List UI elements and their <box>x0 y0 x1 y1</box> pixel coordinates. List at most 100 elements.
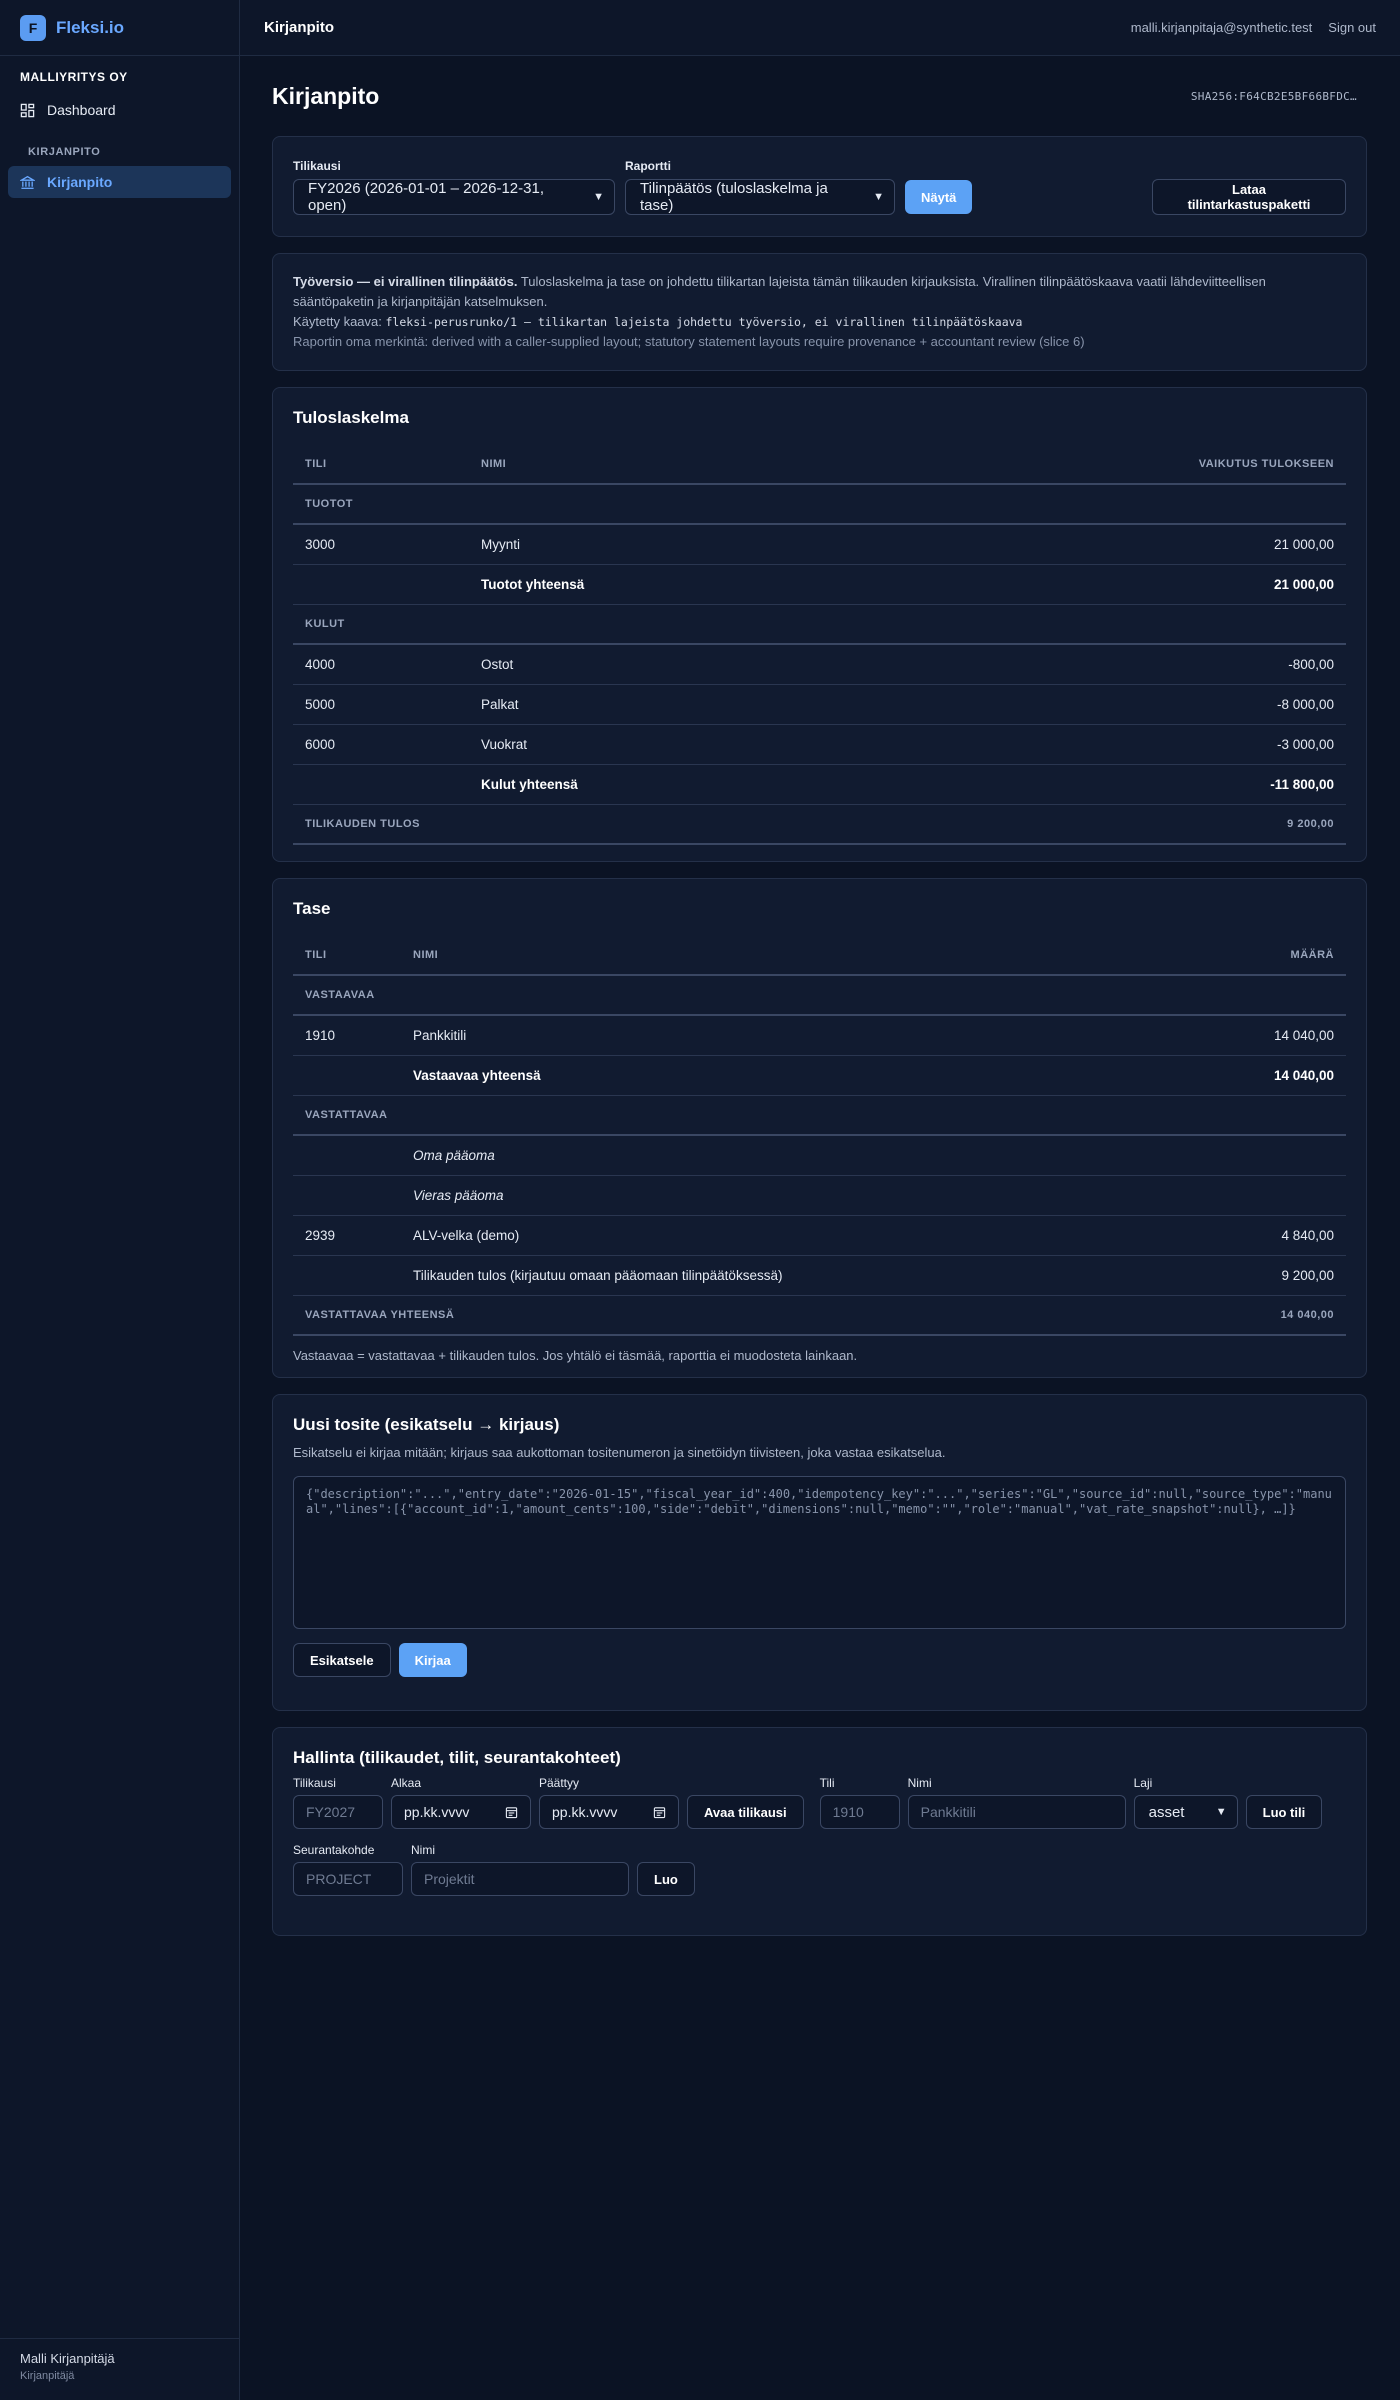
draft-notice: Työversio — ei virallinen tilinpäätös. T… <box>272 253 1367 371</box>
account-name: Palkat <box>469 684 859 725</box>
result-amount: 9 200,00 <box>858 804 1346 845</box>
new-voucher-title: Uusi tosite (esikatselu → kirjaus) <box>293 1415 560 1434</box>
account-name: Ostot <box>469 644 859 685</box>
show-button[interactable]: Näytä <box>905 180 973 214</box>
sidebar-item-label: Dashboard <box>47 102 116 118</box>
fiscal-year-input[interactable]: FY2027 <box>293 1795 383 1829</box>
dashboard-icon <box>20 103 35 117</box>
calendar-icon[interactable] <box>653 1806 666 1819</box>
sidebar-item-label: Kirjanpito <box>47 174 113 190</box>
dimension-name-field-label: Nimi <box>411 1843 435 1857</box>
table-row-total: Kulut yhteensä -11 800,00 <box>293 764 1346 805</box>
account-number: 2939 <box>293 1215 401 1256</box>
bank-icon <box>20 175 35 189</box>
notice-title: Työversio — ei virallinen tilinpäätös. <box>293 274 518 289</box>
topbar: Kirjanpito malli.kirjanpitaja@synthetic.… <box>240 0 1400 56</box>
section-liabilities: VASTATTAVAA <box>293 1095 1346 1136</box>
create-dimension-button[interactable]: Luo <box>637 1862 695 1896</box>
download-audit-package-button[interactable]: Lataa tilintarkastuspaketti <box>1152 179 1346 215</box>
col-account: TILI <box>293 935 401 976</box>
table-row-subheading: Oma pääoma <box>293 1135 1346 1176</box>
section-assets: VASTAAVAA <box>293 975 1346 1016</box>
account-name: Vuokrat <box>469 724 859 765</box>
col-name: NIMI <box>401 935 1180 976</box>
sidebar-section-label: KIRJANPITO <box>28 146 101 158</box>
total-amount: -11 800,00 <box>858 764 1346 805</box>
account-name-input[interactable]: Pankkitili <box>907 1795 1126 1829</box>
topbar-title: Kirjanpito <box>264 19 334 36</box>
account-number: 3000 <box>293 524 469 565</box>
balance-sheet: Tase TILI NIMI MÄÄRÄ VASTAAVAA 1910 Pank… <box>272 878 1367 1378</box>
preview-button[interactable]: Esikatsele <box>293 1643 391 1677</box>
income-table: TILI NIMI VAIKUTUS TULOKSEEN TUOTOT 3000… <box>293 444 1346 845</box>
org-name: MALLIYRITYS OY <box>20 70 128 84</box>
report-controls: Tilikausi FY2026 (2026-01-01 – 2026-12-3… <box>272 136 1367 237</box>
voucher-json-input[interactable]: {"description":"...","entry_date":"2026-… <box>293 1476 1346 1629</box>
account-name: ALV-velka (demo) <box>401 1215 1180 1256</box>
col-account: TILI <box>293 444 469 485</box>
end-date-value: pp.kk.vvvv <box>552 1804 618 1820</box>
dimension-name-input[interactable]: Projektit <box>411 1862 629 1896</box>
chevron-down-icon: ▼ <box>593 191 604 203</box>
table-row: 2939 ALV-velka (demo) 4 840,00 <box>293 1215 1346 1256</box>
report-own-note: Raportin oma merkintä: derived with a ca… <box>293 334 1085 349</box>
user-role: Kirjanpitäjä <box>20 2370 75 2382</box>
col-name: NIMI <box>469 444 859 485</box>
brand[interactable]: F Fleksi.io <box>0 0 239 56</box>
new-voucher-description: Esikatselu ei kirjaa mitään; kirjaus saa… <box>293 1445 946 1460</box>
amount: 21 000,00 <box>858 524 1346 565</box>
sidebar-item-dashboard[interactable]: Dashboard <box>8 94 231 126</box>
total-label: Kulut yhteensä <box>469 764 859 805</box>
calendar-icon[interactable] <box>505 1806 518 1819</box>
brand-logo: F <box>20 14 46 41</box>
account-name: Tilikauden tulos (kirjautuu omaan pääoma… <box>401 1255 1180 1296</box>
table-row: Tilikauden tulos (kirjautuu omaan pääoma… <box>293 1255 1346 1296</box>
chevron-down-icon: ▼ <box>873 191 884 203</box>
dimension-field-label: Seurantakohde <box>293 1843 375 1857</box>
equity-label: Oma pääoma <box>401 1135 1180 1176</box>
account-name: Myynti <box>469 524 859 565</box>
income-statement-title: Tuloslaskelma <box>293 408 409 427</box>
dimension-code-input[interactable]: PROJECT <box>293 1862 403 1896</box>
admin-panel: Hallinta (tilikaudet, tilit, seurantakoh… <box>272 1727 1367 1936</box>
account-number-input[interactable]: 1910 <box>819 1795 900 1829</box>
new-voucher: Uusi tosite (esikatselu → kirjaus) Esika… <box>272 1394 1367 1711</box>
total-label: Vastaavaa yhteensä <box>401 1055 1180 1096</box>
brand-name: Fleksi.io <box>56 17 125 37</box>
section-expenses: KULUT <box>293 604 1346 645</box>
debt-label: Vieras pääoma <box>401 1175 1180 1216</box>
account-number: 1910 <box>293 1015 401 1056</box>
fiscal-field-label: Tilikausi <box>293 1776 336 1790</box>
open-fiscal-year-button[interactable]: Avaa tilikausi <box>687 1795 804 1829</box>
col-amount: MÄÄRÄ <box>1179 935 1346 976</box>
liabilities-total-label: VASTATTAVAA YHTEENSÄ <box>293 1295 1180 1336</box>
start-date-input[interactable]: pp.kk.vvvv <box>391 1795 531 1829</box>
post-button[interactable]: Kirjaa <box>398 1643 467 1677</box>
sidebar-item-kirjanpito[interactable]: Kirjanpito <box>8 166 231 198</box>
account-number: 5000 <box>293 684 469 725</box>
table-row-result: TILIKAUDEN TULOS 9 200,00 <box>293 804 1346 845</box>
user-info: Malli Kirjanpitäjä Kirjanpitäjä <box>0 2338 239 2400</box>
report-label: Raportti <box>625 159 671 173</box>
formula-prefix: Käytetty kaava: <box>293 314 386 329</box>
account-name-field-label: Nimi <box>907 1776 932 1790</box>
table-row: 5000 Palkat -8 000,00 <box>293 684 1346 725</box>
fiscal-year-select[interactable]: FY2026 (2026-01-01 – 2026-12-31, open) ▼ <box>293 179 615 215</box>
report-value: Tilinpäätös (tuloslaskelma ja tase) <box>640 180 828 214</box>
table-row-total: Tuotot yhteensä 21 000,00 <box>293 564 1346 605</box>
total-label: Tuotot yhteensä <box>469 564 859 605</box>
create-account-button[interactable]: Luo tili <box>1245 1795 1323 1829</box>
user-email: malli.kirjanpitaja@synthetic.test <box>1130 20 1313 35</box>
main-content: Kirjanpito SHA256:F64CB2E5BF66BFDC… Tili… <box>272 56 1367 1952</box>
report-select[interactable]: Tilinpäätös (tuloslaskelma ja tase) ▼ <box>625 179 895 215</box>
page-title: Kirjanpito <box>272 82 380 109</box>
amount: 9 200,00 <box>1179 1255 1346 1296</box>
end-date-input[interactable]: pp.kk.vvvv <box>539 1795 679 1829</box>
fiscal-label: Tilikausi <box>293 159 341 173</box>
formula-name: fleksi-perusrunko/1 — tilikartan lajeist… <box>385 315 1023 329</box>
report-hash: SHA256:F64CB2E5BF66BFDC… <box>1190 89 1357 103</box>
signout-link[interactable]: Sign out <box>1328 20 1376 35</box>
account-type-select[interactable]: asset ▼ <box>1133 1795 1238 1829</box>
balance-note: Vastaavaa = vastattavaa + tilikauden tul… <box>293 1348 858 1363</box>
amount: 14 040,00 <box>1179 1015 1346 1056</box>
